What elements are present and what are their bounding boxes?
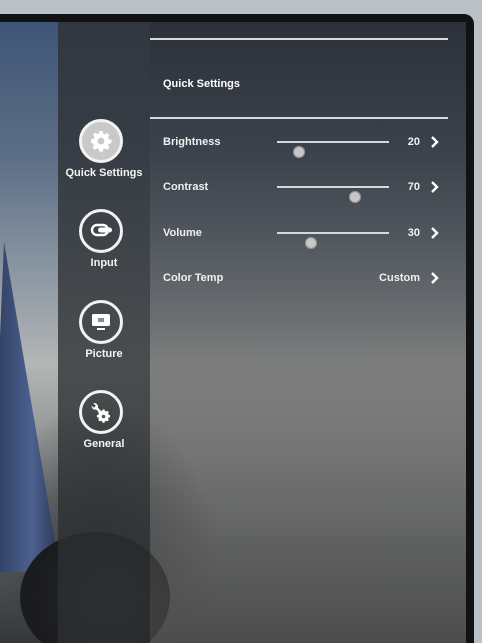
setting-row-color-temp[interactable]: Color Temp Custom <box>150 267 450 291</box>
setting-label: Color Temp <box>163 272 224 284</box>
title-divider <box>150 117 448 119</box>
chevron-right-icon[interactable] <box>428 178 442 196</box>
tools-icon <box>79 390 123 434</box>
setting-value: 20 <box>407 136 420 148</box>
input-connector-icon <box>79 209 123 253</box>
gear-icon <box>79 119 123 163</box>
chevron-right-icon[interactable] <box>428 224 442 242</box>
setting-label: Volume <box>163 227 202 239</box>
osd-main-panel <box>150 22 466 643</box>
brightness-slider[interactable] <box>277 141 389 158</box>
sidebar-item-general[interactable]: General <box>62 390 146 460</box>
setting-value: Custom <box>379 272 420 284</box>
chevron-right-icon[interactable] <box>428 269 442 287</box>
sidebar-item-label: General <box>83 438 125 450</box>
sidebar-item-label: Picture <box>85 348 123 360</box>
sidebar-item-input[interactable]: Input <box>62 209 146 279</box>
setting-label: Brightness <box>163 136 221 148</box>
section-title: Quick Settings <box>163 78 241 90</box>
setting-value: 70 <box>407 181 420 193</box>
contrast-slider[interactable] <box>277 186 389 203</box>
sidebar-item-label: Input <box>90 257 118 269</box>
sidebar-item-quick-settings[interactable]: Quick Settings <box>62 119 146 189</box>
setting-row-brightness[interactable]: Brightness 20 <box>150 131 450 158</box>
volume-slider[interactable] <box>277 232 389 249</box>
sidebar-item-picture[interactable]: Picture <box>62 300 146 370</box>
setting-row-volume[interactable]: Volume 30 <box>150 222 450 249</box>
top-divider <box>150 38 448 40</box>
wallpaper-spire <box>0 242 60 572</box>
chevron-right-icon[interactable] <box>428 133 442 151</box>
setting-row-contrast[interactable]: Contrast 70 <box>150 176 450 203</box>
setting-label: Contrast <box>163 181 209 193</box>
sidebar-item-label: Quick Settings <box>65 167 143 179</box>
display-icon <box>79 300 123 344</box>
setting-value: 30 <box>407 227 420 239</box>
slider-thumb[interactable] <box>304 237 317 249</box>
